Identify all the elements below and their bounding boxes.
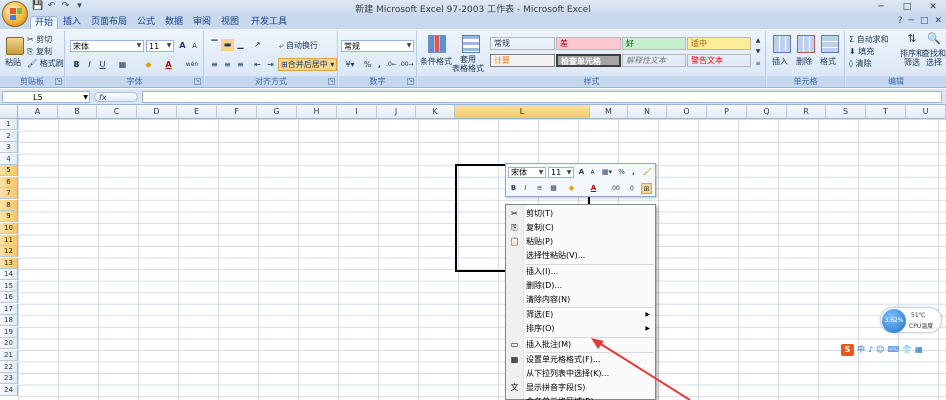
arrow-head bbox=[591, 338, 604, 349]
arrow-shaft bbox=[595, 340, 691, 400]
ime-toolbox-icon[interactable]: ▦ bbox=[915, 345, 923, 354]
ime-voice-icon[interactable]: ♪ bbox=[868, 345, 873, 354]
cpu-usage-circle: 3.62% bbox=[882, 309, 906, 333]
cpu-temperature-label: CPU温度 bbox=[909, 323, 934, 330]
ime-keyboard-icon[interactable]: ⌨ bbox=[887, 345, 899, 354]
ime-skin-icon[interactable]: 👕 bbox=[902, 345, 912, 354]
annotation-arrow bbox=[591, 338, 691, 400]
ime-toolbar: S 中 ♪ ☺ ⌨ 👕 ▦ bbox=[841, 343, 946, 356]
ime-chinese-mode-icon[interactable]: 中 bbox=[857, 344, 865, 355]
office-logo-icon bbox=[10, 8, 22, 20]
office-button[interactable] bbox=[2, 1, 28, 27]
ime-emoji-icon[interactable]: ☺ bbox=[876, 345, 884, 354]
cpu-monitor-widget[interactable]: 3.62% 51℃ CPU温度 bbox=[880, 307, 942, 333]
sogou-logo-icon[interactable]: S bbox=[841, 343, 854, 356]
cpu-temperature: 51℃ bbox=[911, 312, 926, 319]
